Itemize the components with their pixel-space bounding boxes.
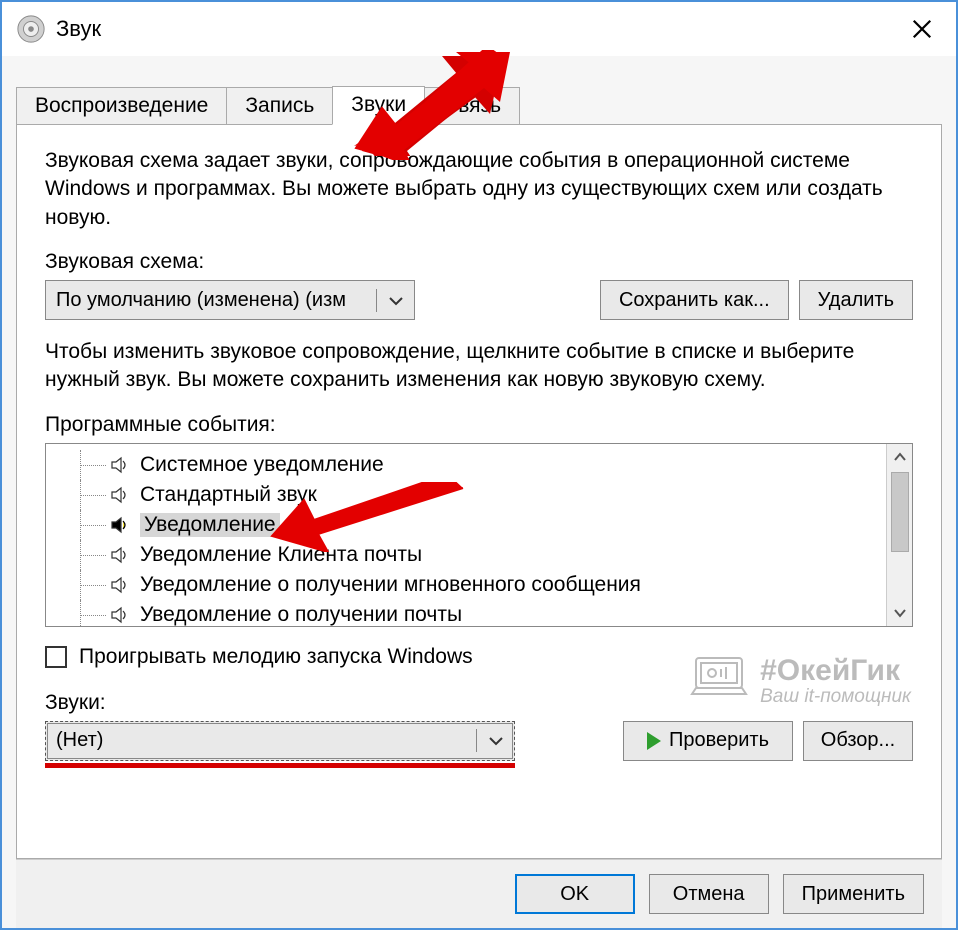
browse-button[interactable]: Обзор... — [803, 721, 913, 761]
play-startup-checkbox-row[interactable]: Проигрывать мелодию запуска Windows — [45, 645, 913, 669]
scheme-select[interactable]: По умолчанию (изменена) (изм — [45, 280, 415, 320]
scheme-description: Звуковая схема задает звуки, сопровождаю… — [45, 147, 913, 232]
tab-panel-sounds: Звуковая схема задает звуки, сопровождаю… — [16, 124, 942, 859]
event-item-label: Системное уведомление — [140, 453, 384, 477]
event-item-label: Уведомление о получении почты — [140, 603, 462, 626]
tab-communications[interactable]: Связь — [424, 87, 520, 124]
event-item-label: Уведомление — [140, 513, 280, 537]
play-startup-label: Проигрывать мелодию запуска Windows — [79, 645, 473, 669]
play-icon — [647, 732, 661, 750]
event-item[interactable]: Системное уведомление — [50, 450, 882, 480]
sounds-select[interactable]: (Нет) — [45, 721, 515, 761]
sound-dialog: Звук Воспроизведение Запись Звуки Связь — [0, 0, 958, 930]
tab-sounds[interactable]: Звуки — [332, 86, 425, 125]
event-item-label: Уведомление о получении мгновенного сооб… — [140, 573, 641, 597]
test-button-label: Проверить — [669, 729, 769, 752]
event-item[interactable]: Стандартный звук — [50, 480, 882, 510]
sounds-select-value: (Нет) — [56, 729, 103, 752]
chevron-down-icon — [476, 729, 504, 752]
event-item[interactable]: Уведомление о получении мгновенного сооб… — [50, 570, 882, 600]
tab-recording[interactable]: Запись — [226, 87, 333, 124]
checkbox-icon[interactable] — [45, 646, 67, 668]
events-description: Чтобы изменить звуковое сопровождение, щ… — [45, 338, 913, 395]
speaker-icon — [110, 575, 130, 595]
chevron-down-icon — [376, 289, 404, 312]
scheme-label: Звуковая схема: — [45, 250, 913, 274]
close-button[interactable] — [902, 9, 942, 49]
events-listbox[interactable]: Системное уведомление Стандартный звук Уве… — [45, 443, 913, 627]
scroll-up-icon[interactable] — [887, 444, 912, 470]
annotation-underline — [45, 763, 515, 768]
scrollbar[interactable] — [886, 444, 912, 626]
scroll-down-icon[interactable] — [887, 600, 912, 626]
tab-playback[interactable]: Воспроизведение — [16, 87, 227, 124]
delete-button[interactable]: Удалить — [799, 280, 913, 320]
window-title: Звук — [56, 16, 101, 42]
events-label: Программные события: — [45, 413, 913, 437]
tab-strip: Воспроизведение Запись Звуки Связь — [16, 86, 942, 124]
save-as-button[interactable]: Сохранить как... — [600, 280, 789, 320]
dialog-footer: OK Отмена Применить — [16, 859, 942, 928]
ok-button[interactable]: OK — [515, 874, 635, 914]
scroll-thumb[interactable] — [891, 472, 909, 552]
title-bar: Звук — [2, 2, 956, 56]
speaker-icon — [110, 545, 130, 565]
event-item[interactable]: Уведомление Клиента почты — [50, 540, 882, 570]
scheme-select-value: По умолчанию (изменена) (изм — [56, 289, 346, 312]
speaker-icon — [110, 485, 130, 505]
speaker-icon — [110, 605, 130, 625]
sound-app-icon — [16, 14, 46, 44]
sounds-label: Звуки: — [45, 691, 913, 715]
event-item[interactable]: Уведомление — [50, 510, 882, 540]
test-button[interactable]: Проверить — [623, 721, 793, 761]
speaker-icon — [110, 515, 130, 535]
cancel-button[interactable]: Отмена — [649, 874, 769, 914]
event-item-label: Уведомление Клиента почты — [140, 543, 422, 567]
event-item-label: Стандартный звук — [140, 483, 317, 507]
event-item[interactable]: Уведомление о получении почты — [50, 600, 882, 626]
apply-button[interactable]: Применить — [783, 874, 924, 914]
speaker-icon — [110, 455, 130, 475]
dialog-body: Воспроизведение Запись Звуки Связь Звуко… — [2, 56, 956, 928]
